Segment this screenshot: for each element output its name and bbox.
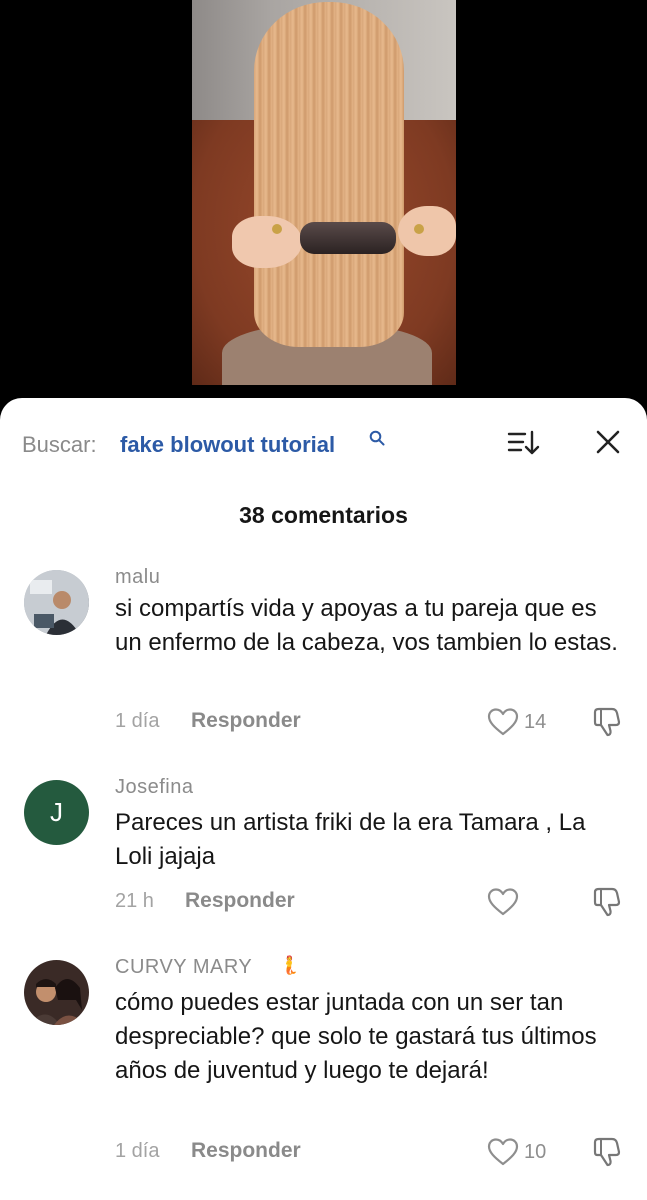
search-bar[interactable]: Buscar: fake blowout tutorial [22,426,622,462]
close-icon[interactable] [594,428,622,456]
dislike-icon[interactable] [592,886,624,918]
video-hair-tool [300,222,396,254]
video-subject-hair [254,2,404,347]
comment-username[interactable]: Josefina [115,776,194,799]
video-ring [272,224,282,234]
avatar[interactable]: J [24,780,89,845]
avatar-photo [24,570,89,635]
comment-username[interactable]: CURVY MARY [115,956,252,979]
reply-button[interactable]: Responder [191,709,301,733]
avatar[interactable] [24,570,89,635]
comments-sheet: Buscar: fake blowout tutorial 38 comenta… [0,398,647,1200]
avatar[interactable] [24,960,89,1025]
video-frame[interactable] [192,0,456,385]
comment-time: 21 h [115,890,154,912]
dislike-icon[interactable] [592,706,624,738]
avatar-photo [24,960,89,1025]
video-subject-left-hand [232,216,302,268]
reply-button[interactable]: Responder [185,889,295,913]
like-icon[interactable] [487,707,519,737]
comments-count: 38 comentarios [239,502,408,528]
like-count: 14 [524,711,547,733]
comment-username[interactable]: malu [115,566,160,589]
video-player[interactable] [0,0,647,410]
comment-time: 1 día [115,710,160,732]
sort-icon[interactable] [506,428,540,460]
comment-time: 1 día [115,1140,160,1162]
comment-text: cómo puedes estar juntada con un ser tan… [115,989,597,1084]
like-icon[interactable] [487,887,519,917]
like-count: 10 [524,1141,547,1163]
comment-text: Pareces un artista friki de la era Tamar… [115,809,586,870]
video-ring [414,224,424,234]
comment-text: si compartís vida y apoyas a tu pareja q… [115,595,618,656]
like-icon[interactable] [487,1137,519,1167]
mermaid-emoji: 🧜 [278,955,301,975]
dislike-icon[interactable] [592,1136,624,1168]
search-label: Buscar: [22,432,97,457]
search-term-link[interactable]: fake blowout tutorial [120,432,335,458]
reply-button[interactable]: Responder [191,1139,301,1163]
search-icon[interactable] [369,430,385,446]
video-subject-right-hand [398,206,456,256]
